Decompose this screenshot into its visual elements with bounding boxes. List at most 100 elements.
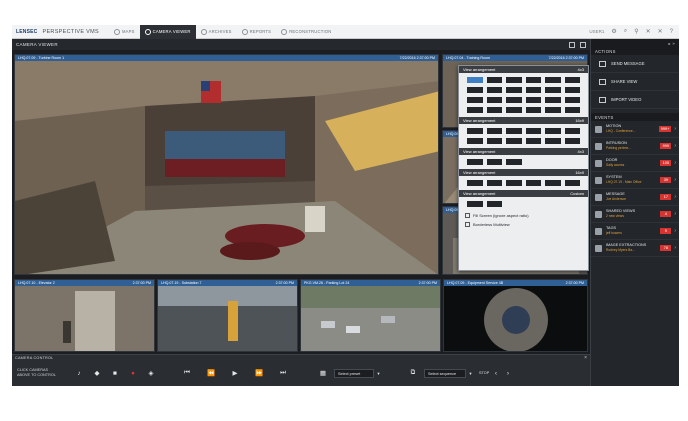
event-door[interactable]: DOOR Sally access 105 › bbox=[591, 155, 679, 172]
layout-option[interactable] bbox=[564, 138, 580, 144]
event-message[interactable]: MESSAGE Joe Anderson 17 › bbox=[591, 189, 679, 206]
layout-option[interactable] bbox=[525, 107, 541, 113]
chevron-down-icon[interactable]: ▾ bbox=[466, 370, 475, 377]
event-motion[interactable]: MOTION LHQ - Conference... 999+ › bbox=[591, 121, 679, 138]
layout-option[interactable] bbox=[525, 128, 541, 134]
chevron-right-icon[interactable]: › bbox=[674, 143, 676, 149]
layout-option[interactable] bbox=[486, 97, 502, 103]
send-message-action[interactable]: SEND MESSAGE bbox=[591, 55, 679, 73]
close-icon[interactable]: × bbox=[584, 355, 587, 361]
fullscreen-icon[interactable]: ✕ bbox=[646, 28, 651, 35]
layout-option[interactable] bbox=[467, 77, 483, 83]
layout-option[interactable] bbox=[545, 138, 561, 144]
layout-option[interactable] bbox=[486, 201, 502, 207]
share-view-action[interactable]: SHARE VIEW bbox=[591, 73, 679, 91]
layout-option[interactable] bbox=[564, 180, 580, 186]
fill-screen-option[interactable]: Fill Screen (ignore aspect ratio) bbox=[459, 211, 588, 220]
close-icon[interactable]: ✕ bbox=[658, 28, 663, 35]
tab-archives[interactable]: ARCHIVES bbox=[196, 25, 237, 39]
layout-option[interactable] bbox=[467, 107, 483, 113]
layout-option[interactable] bbox=[525, 180, 541, 186]
sequence-icon[interactable]: ⧉ bbox=[408, 368, 418, 378]
layout-option[interactable] bbox=[467, 138, 483, 144]
layout-option[interactable] bbox=[506, 138, 522, 144]
layout-option[interactable] bbox=[506, 87, 522, 93]
layout-option[interactable] bbox=[486, 138, 502, 144]
layout-option[interactable] bbox=[545, 87, 561, 93]
camera-tile-main[interactable]: LHQ.07.09 - Turbine Room 1 7/22/2016 2:3… bbox=[14, 54, 439, 275]
layout-option[interactable] bbox=[486, 128, 502, 134]
chevron-right-icon[interactable]: › bbox=[674, 228, 676, 234]
layout-option[interactable] bbox=[564, 77, 580, 83]
layout-option[interactable] bbox=[545, 97, 561, 103]
bell-icon[interactable]: ♪ bbox=[74, 368, 84, 378]
audio-icon[interactable]: ◈ bbox=[146, 368, 156, 378]
chevron-right-icon[interactable]: › bbox=[674, 160, 676, 166]
rewind-icon[interactable]: ⏪ bbox=[206, 368, 216, 378]
chevron-right-icon[interactable]: › bbox=[674, 126, 676, 132]
layout-option[interactable] bbox=[506, 159, 522, 165]
camera-tile-bottom-4[interactable]: LHQ.07.09 - Equipment Service 4B 2:37:00… bbox=[443, 279, 588, 352]
gear-icon[interactable]: ⚙ bbox=[611, 28, 616, 35]
import-video-action[interactable]: IMPORT VIDEO bbox=[591, 91, 679, 109]
search-icon[interactable]: ⌕ bbox=[624, 28, 627, 35]
layout-option[interactable] bbox=[564, 107, 580, 113]
play-icon[interactable]: ▶ bbox=[230, 368, 240, 378]
layout-option[interactable] bbox=[467, 159, 483, 165]
layout-option[interactable] bbox=[525, 97, 541, 103]
layout-option[interactable] bbox=[525, 87, 541, 93]
fullscreen-icon[interactable] bbox=[580, 41, 586, 48]
tab-maps[interactable]: MAPS bbox=[109, 25, 140, 39]
layout-option[interactable] bbox=[506, 128, 522, 134]
tag-icon[interactable]: ◆ bbox=[92, 368, 102, 378]
user-name[interactable]: USER1 bbox=[589, 29, 604, 34]
layout-option[interactable] bbox=[506, 77, 522, 83]
layout-option[interactable] bbox=[564, 87, 580, 93]
layout-option[interactable] bbox=[486, 77, 502, 83]
layout-option[interactable] bbox=[525, 77, 541, 83]
event-image-extractions[interactable]: IMAGE EXTRACTIONS Rodney Myers Ba... 78 › bbox=[591, 240, 679, 257]
chevron-left-icon[interactable]: ‹ bbox=[491, 368, 501, 378]
sequence-stop-label[interactable]: STOP bbox=[479, 371, 489, 375]
tab-reports[interactable]: REPORTS bbox=[237, 25, 277, 39]
layout-option[interactable] bbox=[467, 128, 483, 134]
layout-option[interactable] bbox=[525, 138, 541, 144]
layout-option[interactable] bbox=[564, 97, 580, 103]
layout-option[interactable] bbox=[467, 201, 483, 207]
help-icon[interactable]: ? bbox=[670, 29, 673, 35]
chevron-right-icon[interactable]: › bbox=[674, 245, 676, 251]
tab-reconstruction[interactable]: RECONSTRUCTION bbox=[276, 25, 336, 39]
chevron-down-icon[interactable]: ▾ bbox=[374, 370, 383, 377]
layout-option[interactable] bbox=[467, 97, 483, 103]
layout-option[interactable] bbox=[486, 87, 502, 93]
tab-camera-viewer[interactable]: CAMERA VIEWER bbox=[139, 25, 196, 39]
chevron-right-icon[interactable]: › bbox=[674, 194, 676, 200]
layout-option[interactable] bbox=[545, 128, 561, 134]
layout-option[interactable] bbox=[545, 77, 561, 83]
camera-tile-bottom-3[interactable]: PKG.VM.26 - Parking Lot 24 2:37:00 PM bbox=[300, 279, 441, 352]
event-intrusion[interactable]: INTRUSION Parking perime... 999 › bbox=[591, 138, 679, 155]
event-tags[interactable]: TAGS jeff bowers 9 › bbox=[591, 223, 679, 240]
pin-icon[interactable]: ⚲ bbox=[634, 28, 638, 35]
layout-option[interactable] bbox=[486, 180, 502, 186]
view-arrangement-popup[interactable]: View arrangement 4x3 View arrangement 16x9… bbox=[458, 65, 589, 271]
chevron-right-icon[interactable]: › bbox=[674, 177, 676, 183]
chevron-right-icon[interactable]: › bbox=[503, 368, 513, 378]
layout-option[interactable] bbox=[564, 128, 580, 134]
sequence-select[interactable]: Select sequence ▾ bbox=[424, 369, 472, 378]
camera-tile-bottom-2[interactable]: LHQ.07.19 - Substation 7 2:37:00 PM bbox=[157, 279, 298, 352]
record-icon[interactable]: ● bbox=[128, 368, 138, 378]
layout-option[interactable] bbox=[486, 107, 502, 113]
preset-select[interactable]: Select preset ▾ bbox=[334, 369, 380, 378]
layout-grid-icon[interactable] bbox=[569, 41, 575, 48]
sidebar-collapse[interactable]: ▸ » bbox=[591, 39, 679, 47]
layout-option[interactable] bbox=[506, 180, 522, 186]
camera-tile-bottom-1[interactable]: LHQ.07.10 - Elevator 2 2:37:00 PM bbox=[14, 279, 155, 352]
layout-option[interactable] bbox=[506, 97, 522, 103]
chevron-right-icon[interactable]: › bbox=[674, 211, 676, 217]
layout-option[interactable] bbox=[506, 107, 522, 113]
borderless-option[interactable]: Borderless Multiview bbox=[459, 220, 588, 229]
layout-option[interactable] bbox=[467, 87, 483, 93]
layout-option[interactable] bbox=[545, 180, 561, 186]
snapshot-icon[interactable]: ■ bbox=[110, 368, 120, 378]
